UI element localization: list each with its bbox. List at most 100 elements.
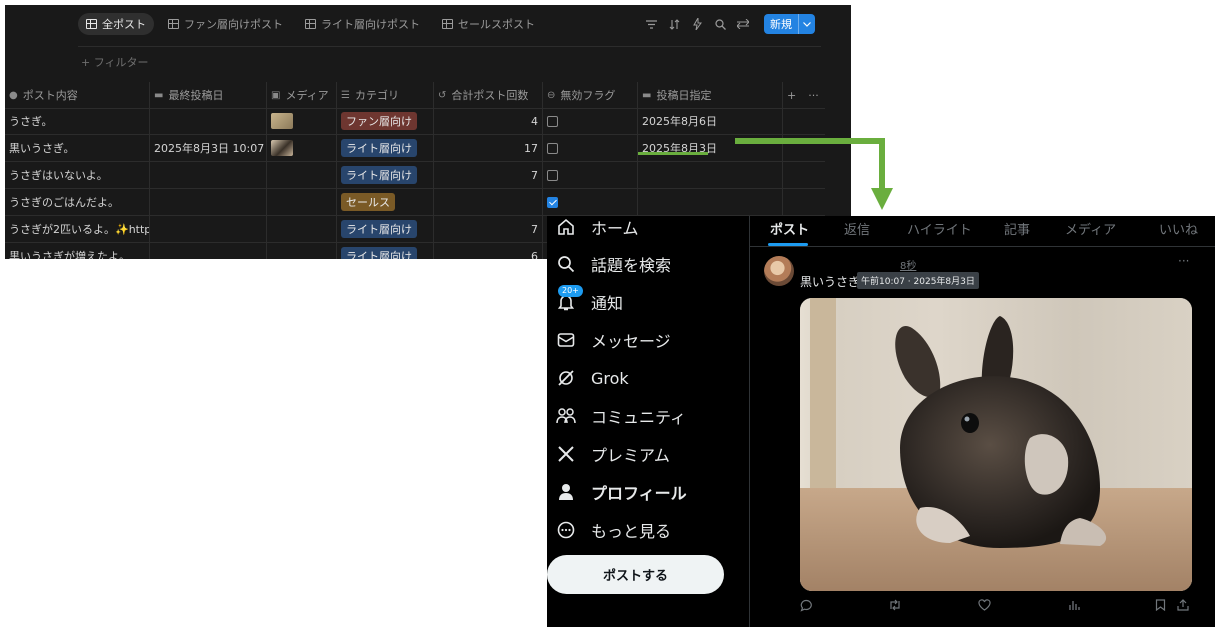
cell-disabled-flag[interactable] bbox=[543, 189, 638, 215]
media-thumbnail[interactable] bbox=[271, 140, 293, 156]
cell-media[interactable] bbox=[267, 108, 337, 134]
nav-explore[interactable]: 話題を検索 bbox=[555, 245, 671, 283]
cell-content[interactable]: うさぎが2匹いるよ。✨https:/ bbox=[5, 216, 150, 242]
more-circle-icon bbox=[555, 519, 577, 541]
cell-count[interactable]: 7 bbox=[434, 216, 543, 242]
cell-scheduled[interactable] bbox=[638, 162, 783, 188]
cell-last-posted[interactable] bbox=[150, 189, 267, 215]
column-header-count[interactable]: ↺ 合計ポスト回数 bbox=[434, 82, 543, 108]
bookmark-icon[interactable] bbox=[1155, 599, 1166, 614]
post-image[interactable] bbox=[800, 298, 1192, 591]
analytics-icon[interactable] bbox=[1068, 599, 1080, 614]
divider bbox=[78, 46, 821, 47]
table-row[interactable]: うさぎはいないよ。 ライト層向け 7 bbox=[5, 162, 825, 189]
rabbit-photo bbox=[800, 298, 1192, 591]
checkbox-checked[interactable] bbox=[547, 196, 558, 208]
cell-scheduled[interactable]: 2025年8月6日 bbox=[638, 108, 783, 134]
automation-bolt-icon[interactable] bbox=[691, 18, 703, 30]
cell-content[interactable]: 黒いうさぎが増えたよ。 bbox=[5, 243, 150, 259]
nav-communities[interactable]: コミュニティ bbox=[555, 397, 686, 435]
repost-icon[interactable] bbox=[888, 599, 902, 614]
tab-highlights[interactable]: ハイライト bbox=[907, 219, 972, 238]
cell-last-posted[interactable] bbox=[150, 216, 267, 242]
cell-last-posted[interactable]: 2025年8月3日 10:07 bbox=[150, 135, 267, 161]
cell-category[interactable]: ライト層向け bbox=[337, 216, 434, 242]
cell-category[interactable]: ライト層向け bbox=[337, 135, 434, 161]
nav-grok[interactable]: Grok bbox=[555, 359, 629, 397]
table-row[interactable]: うさぎのごはんだよ。 セールス bbox=[5, 189, 825, 216]
cell-last-posted[interactable] bbox=[150, 243, 267, 259]
nav-messages[interactable]: メッセージ bbox=[555, 321, 671, 359]
chevron-down-icon[interactable] bbox=[798, 14, 815, 34]
sort-icon[interactable] bbox=[668, 18, 680, 30]
cell-last-posted[interactable] bbox=[150, 162, 267, 188]
table-row[interactable]: うさぎ。 ファン層向け 4 2025年8月6日 bbox=[5, 108, 825, 135]
cell-disabled-flag[interactable] bbox=[543, 162, 638, 188]
post-text: 黒いうさぎ bbox=[800, 275, 861, 289]
add-filter-button[interactable]: + フィルター bbox=[81, 54, 149, 70]
cell-content[interactable]: 黒いうさぎ。 bbox=[5, 135, 150, 161]
column-header-scheduled[interactable]: ▬ 投稿日指定 bbox=[638, 82, 783, 108]
cell-content[interactable]: うさぎのごはんだよ。 bbox=[5, 189, 150, 215]
cell-count[interactable] bbox=[434, 189, 543, 215]
cell-media[interactable] bbox=[267, 135, 337, 161]
cell-media[interactable] bbox=[267, 243, 337, 259]
new-button[interactable]: 新規 bbox=[764, 14, 815, 34]
nav-home[interactable]: ホーム bbox=[555, 216, 639, 246]
cell-content[interactable]: うさぎはいないよ。 bbox=[5, 162, 150, 188]
nav-more[interactable]: もっと見る bbox=[555, 511, 671, 549]
cell-content[interactable]: うさぎ。 bbox=[5, 108, 150, 134]
column-header-disabled-flag[interactable]: ⊖ 無効フラグ bbox=[543, 82, 638, 108]
cell-count[interactable]: 7 bbox=[434, 162, 543, 188]
cell-disabled-flag[interactable] bbox=[543, 135, 638, 161]
cell-count[interactable]: 4 bbox=[434, 108, 543, 134]
cell-media[interactable] bbox=[267, 189, 337, 215]
more-options-icon[interactable]: ··· bbox=[1178, 254, 1189, 268]
filter-icon[interactable] bbox=[645, 18, 657, 30]
tab-media[interactable]: メディア bbox=[1065, 219, 1116, 238]
like-icon[interactable] bbox=[978, 599, 991, 614]
view-tab-fan-posts[interactable]: ファン層向けポスト bbox=[160, 13, 291, 35]
tab-articles[interactable]: 記事 bbox=[1004, 219, 1030, 238]
cell-count[interactable]: 6 bbox=[434, 243, 543, 259]
cell-scheduled[interactable] bbox=[638, 189, 783, 215]
checkbox[interactable] bbox=[547, 169, 558, 181]
checkbox[interactable] bbox=[547, 142, 558, 154]
nav-notifications[interactable]: 20+ 通知 bbox=[555, 283, 623, 321]
cell-category[interactable]: セールス bbox=[337, 189, 434, 215]
cell-media[interactable] bbox=[267, 162, 337, 188]
cell-disabled-flag[interactable] bbox=[543, 108, 638, 134]
cell-media[interactable] bbox=[267, 216, 337, 242]
view-tab-light-posts[interactable]: ライト層向けポスト bbox=[297, 13, 428, 35]
settings-sliders-icon[interactable] bbox=[737, 18, 749, 30]
view-tab-sales-posts[interactable]: セールスポスト bbox=[434, 13, 543, 35]
cell-category[interactable]: ライト層向け bbox=[337, 162, 434, 188]
cell-count[interactable]: 17 bbox=[434, 135, 543, 161]
column-header-media[interactable]: ▣ メディア bbox=[267, 82, 337, 108]
checkbox[interactable] bbox=[547, 115, 558, 127]
tab-replies[interactable]: 返信 bbox=[844, 219, 870, 238]
category-tag: ライト層向け bbox=[341, 247, 417, 259]
share-icon[interactable] bbox=[1177, 599, 1189, 614]
post-button[interactable]: ポストする bbox=[547, 555, 724, 594]
cell-category[interactable]: ライト層向け bbox=[337, 243, 434, 259]
cell-last-posted[interactable] bbox=[150, 108, 267, 134]
tab-posts[interactable]: ポスト bbox=[770, 219, 809, 238]
add-column-icon[interactable]: + bbox=[787, 89, 796, 102]
column-header-last-posted[interactable]: ▬ 最終投稿日 bbox=[150, 82, 267, 108]
avatar[interactable] bbox=[764, 256, 794, 286]
column-header-content[interactable]: ● ポスト内容 bbox=[5, 82, 150, 108]
reply-icon[interactable] bbox=[800, 599, 813, 615]
post-timestamp[interactable]: 8秒 bbox=[900, 257, 916, 272]
nav-profile[interactable]: プロフィール bbox=[555, 473, 687, 511]
column-header-category[interactable]: ☰ カテゴリ bbox=[337, 82, 434, 108]
cell-category[interactable]: ファン層向け bbox=[337, 108, 434, 134]
nav-premium[interactable]: プレミアム bbox=[555, 435, 670, 473]
table-row[interactable]: 黒いうさぎ。 2025年8月3日 10:07 ライト層向け 17 2025年8月… bbox=[5, 135, 825, 162]
view-tab-all-posts[interactable]: 全ポスト bbox=[78, 13, 154, 35]
people-icon bbox=[555, 405, 577, 427]
media-thumbnail[interactable] bbox=[271, 113, 293, 129]
more-options-icon[interactable]: ··· bbox=[808, 89, 819, 102]
tab-likes[interactable]: いいね bbox=[1159, 219, 1198, 238]
search-icon[interactable] bbox=[714, 18, 726, 30]
